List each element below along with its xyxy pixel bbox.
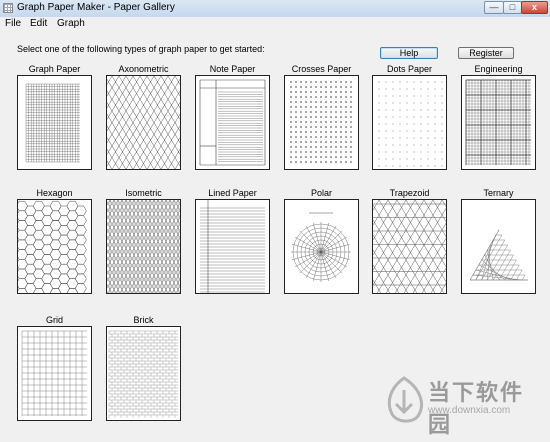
watermark: 当下软件园 www.downxia.com [376,372,546,438]
paper-preview-trapezoid [373,200,446,293]
paper-thumbnail-lined[interactable] [195,199,270,294]
paper-preview-brick [108,330,178,418]
window-title: Graph Paper Maker - Paper Gallery [17,2,175,13]
close-button[interactable]: x [521,1,548,14]
paper-preview-grid [21,330,87,416]
paper-preview-crosses [290,81,352,163]
register-button[interactable]: Register [458,47,514,59]
paper-thumbnail-polar[interactable] [284,199,359,294]
paper-thumbnail-grid[interactable] [17,326,92,421]
paper-label: Ternary [483,188,514,198]
paper-thumbnail-axonometric[interactable] [106,75,181,170]
paper-thumbnail-trapezoid[interactable] [372,199,447,294]
paper-thumbnail-hexagon[interactable] [17,199,92,294]
paper-thumbnail-note[interactable] [195,75,270,170]
paper-preview-graph [25,83,80,163]
help-button[interactable]: Help [380,47,438,59]
menu-bar: File Edit Graph [0,17,550,31]
paper-preview-lined [200,200,265,293]
paper-thumbnail-crosses[interactable] [284,75,359,170]
paper-preview-engineering [465,79,531,165]
paper-preview-note [199,79,266,166]
paper-preview-hexagon [18,200,87,293]
instruction-text: Select one of the following types of gra… [17,44,265,54]
paper-preview-isometric [107,200,180,293]
paper-thumbnail-dots[interactable] [372,75,447,170]
paper-thumbnail-engineering[interactable] [461,75,536,170]
paper-preview-axonometric [107,76,180,169]
maximize-button[interactable]: □ [503,1,522,14]
paper-preview-dots [378,81,443,167]
paper-preview-ternary [469,229,528,281]
paper-thumbnail-ternary[interactable] [461,199,536,294]
app-grid-icon [3,3,13,13]
title-bar: Graph Paper Maker - Paper Gallery — □ x [0,0,550,18]
watermark-logo-icon [387,376,423,423]
paper-thumbnail-brick[interactable] [106,326,181,421]
watermark-url: www.downxia.com [428,405,511,416]
minimize-button[interactable]: — [484,1,504,14]
paper-thumbnail-isometric[interactable] [106,199,181,294]
paper-thumbnail-graph[interactable] [17,75,92,170]
menu-graph[interactable]: Graph [57,18,85,29]
paper-label: Brick [133,315,154,325]
menu-file[interactable]: File [5,18,21,29]
paper-label: Engineering [474,64,523,74]
menu-edit[interactable]: Edit [30,18,47,29]
paper-preview-polar [291,212,351,282]
